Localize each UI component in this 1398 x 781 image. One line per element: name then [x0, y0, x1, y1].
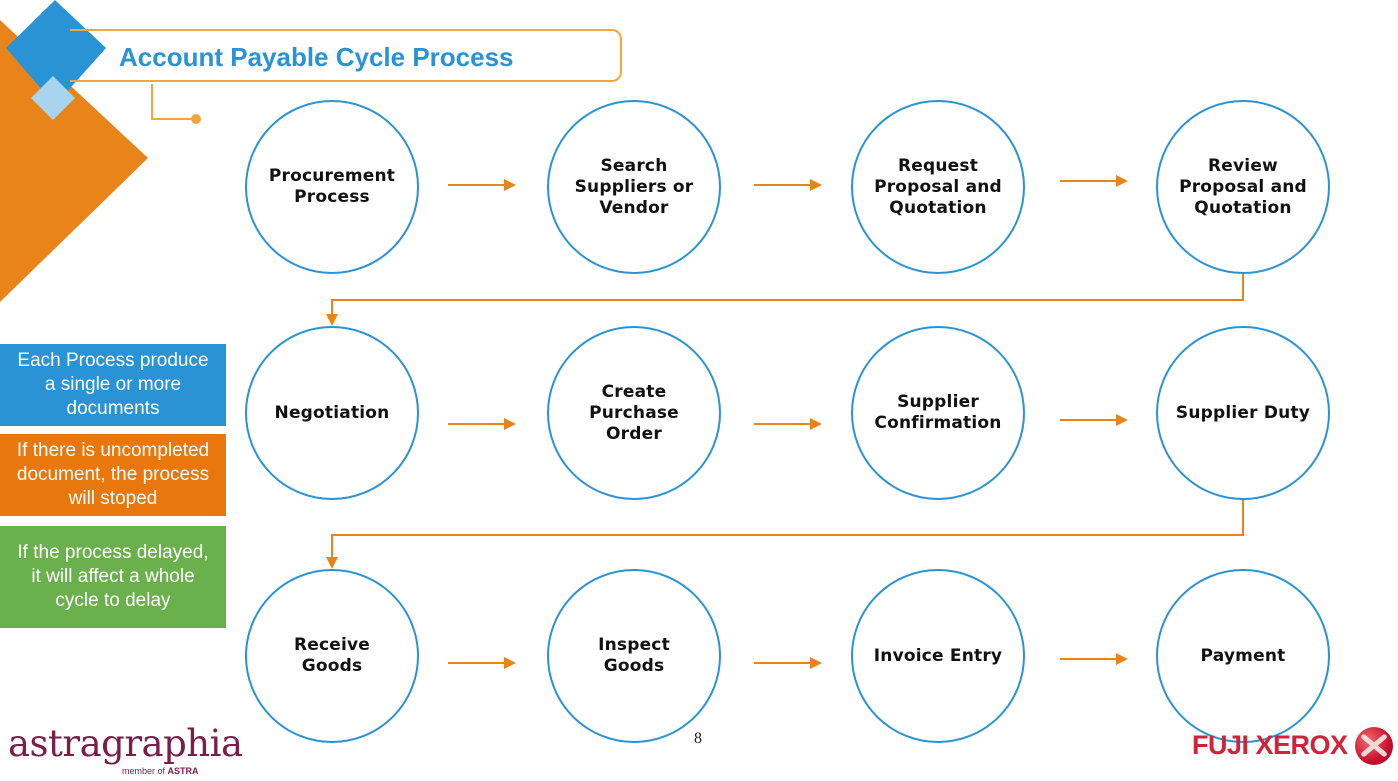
row-wrap-connector [331, 500, 1244, 559]
flow-arrow-head-icon [504, 418, 516, 430]
process-step-label: Receive Goods [293, 635, 371, 676]
flow-arrow-head-icon [1116, 653, 1128, 665]
flow-arrow-head-icon [504, 657, 516, 669]
process-step-label: Inspect Goods [598, 635, 670, 676]
process-step: Request Proposal and Quotation [851, 100, 1025, 274]
title-connector-line [151, 84, 192, 120]
row-wrap-arrow-head-icon [326, 557, 338, 569]
process-step: Negotiation [245, 326, 419, 500]
flow-arrow-head-icon [1116, 175, 1128, 187]
tagline-brand: ASTRA [167, 766, 199, 776]
note-box: If the process delayed, it will affect a… [0, 526, 226, 628]
process-step-label: Negotiation [274, 402, 390, 423]
title-connector-dot [191, 114, 201, 124]
process-step: Inspect Goods [547, 569, 721, 743]
page-title: Account Payable Cycle Process [119, 42, 514, 72]
process-step-label: Procurement Process [268, 166, 396, 207]
process-step: Supplier Duty [1156, 326, 1330, 500]
process-step-label: Supplier Confirmation [874, 392, 1002, 433]
process-step-label: Payment [1200, 645, 1286, 666]
process-step: Review Proposal and Quotation [1156, 100, 1330, 274]
row-wrap-arrow-head-icon [326, 314, 338, 326]
flow-arrow-head-icon [504, 179, 516, 191]
astragraphia-logo: astragraphia [8, 722, 243, 765]
flow-arrow-head-icon [1116, 414, 1128, 426]
process-step: Payment [1156, 569, 1330, 743]
astragraphia-tagline: member of ASTRA [122, 766, 199, 776]
process-step-label: Supplier Duty [1175, 402, 1311, 423]
process-step: Supplier Confirmation [851, 326, 1025, 500]
flow-arrow-head-icon [810, 418, 822, 430]
fuji-xerox-sphere-icon [1355, 727, 1393, 765]
process-step: Invoice Entry [851, 569, 1025, 743]
page-number: 8 [694, 730, 702, 747]
fuji-xerox-logo-text: FUJI XEROX [1192, 730, 1348, 760]
flow-arrow-head-icon [810, 657, 822, 669]
process-step-label: Review Proposal and Quotation [1179, 155, 1307, 218]
tagline-prefix: member of [122, 766, 168, 776]
process-step-label: Create Purchase Order [589, 381, 679, 444]
process-step-label: Invoice Entry [873, 645, 1003, 666]
row-wrap-connector [331, 274, 1244, 316]
flow-arrow-head-icon [810, 179, 822, 191]
process-step: Procurement Process [245, 100, 419, 274]
process-step-label: Request Proposal and Quotation [874, 155, 1002, 218]
process-step: Create Purchase Order [547, 326, 721, 500]
process-step-label: Search Suppliers or Vendor [574, 155, 694, 218]
note-box: If there is uncompleted document, the pr… [0, 434, 226, 516]
process-step: Search Suppliers or Vendor [547, 100, 721, 274]
note-box: Each Process produce a single or more do… [0, 344, 226, 426]
process-step: Receive Goods [245, 569, 419, 743]
